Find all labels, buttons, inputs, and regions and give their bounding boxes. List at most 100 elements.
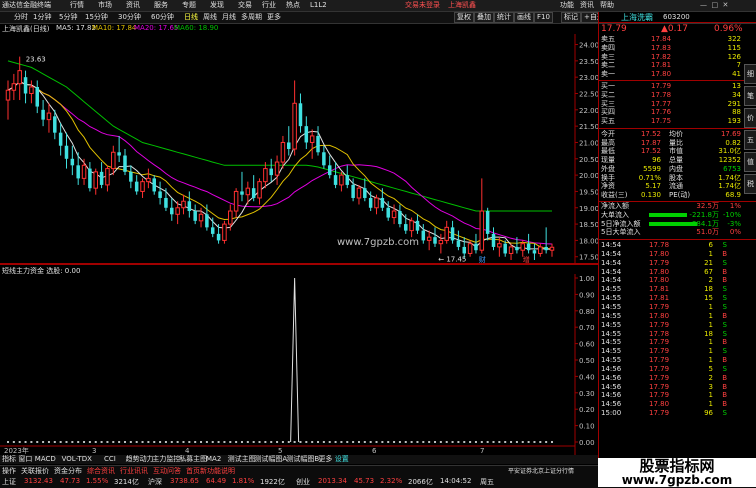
index-change: 47.73 [60,477,81,485]
toolbar-button[interactable]: 画线 [514,12,534,23]
toolbar-button[interactable]: 叠加 [474,12,494,23]
candle-body [386,207,390,218]
tick-side: S [722,285,727,294]
indicator-tab[interactable]: 更多 [318,455,332,464]
toolbar-button[interactable]: 标记 [561,12,581,23]
footer-tab[interactable]: 关联报价 [21,466,49,476]
menu-item[interactable]: 热点 [286,1,300,10]
indicator-chart[interactable]: 1.00 0.90 0.80 0.70 0.60 0.50 0.40 0.30 0.20 0.10… [0,274,598,455]
title-bar: 通达信金融终端 行情 市场 资讯 服务 专题 发现 交易 行业 热点 L1L2 交易未登录 上海凯… [0,0,756,12]
candle-body [81,164,87,179]
side-tab[interactable]: 笔 [744,86,756,106]
period-tab[interactable]: 15分钟 [85,13,108,22]
footer-tab[interactable]: 资金分布 [54,466,82,476]
title-right-item[interactable]: 功能 [560,1,574,10]
period-tab[interactable]: 月线 [222,13,236,22]
period-tab[interactable]: 1分钟 [33,13,51,22]
period-tab[interactable]: 60分钟 [151,13,174,22]
index-name[interactable]: 创业 [296,477,310,487]
menu-item[interactable]: 行业 [262,1,276,10]
title-right-item[interactable]: 资讯 [580,1,594,10]
side-tab[interactable]: 细 [744,64,756,84]
indicator-tab[interactable]: MA2 [206,455,221,464]
footer-tab[interactable]: 首页新功能说明 [186,466,235,476]
footer-tab[interactable]: 综合资讯 [87,466,115,476]
indicator-point [159,441,162,443]
indicator-point [381,441,384,443]
side-tab[interactable]: 价 [744,108,756,128]
tick-time: 14:55 [601,329,622,338]
tick-side: B [722,249,727,258]
index-change: 45.73 [354,477,375,485]
indicator-tab[interactable]: CCI [104,455,116,464]
chart-header: 上海凯鑫(日线) MA5: 17.82 MA10: 17.84 MA20: 17… [2,24,562,34]
title-right-item[interactable]: 帮助 [600,1,614,10]
period-tab[interactable]: 周线 [203,13,217,22]
toolbar-button[interactable]: 统计 [494,12,514,23]
indicator-tab[interactable]: 主力监控 [152,455,180,464]
indicator-tab[interactable]: MACD [35,455,56,464]
footer-tab[interactable]: 行业讯讯 [120,466,148,476]
book-row[interactable]: 买五 17.75 193 [599,117,756,125]
indicator-tab[interactable]: 测试幅图B [286,455,319,464]
tick-row: 14:55 17.78 18 S [599,330,756,338]
indicator-tab[interactable]: 测试主图 [228,455,256,464]
menu-item[interactable]: 资讯 [126,1,140,10]
toolbar-button[interactable]: 复权 [454,12,474,23]
indicator-tab[interactable]: 私募主图 [179,455,207,464]
stat-value: 17.69 [720,130,741,138]
candle-body [520,243,526,251]
toolbar-button[interactable]: F10 [534,12,553,23]
period-tab[interactable]: 30分钟 [118,13,141,22]
period-tab[interactable]: 日线 [184,13,198,22]
candle-body [41,109,45,120]
indicator-tab[interactable]: 指标 [2,455,16,464]
book-row[interactable]: 卖三 17.82 126 [599,53,756,61]
tick-volume: 1 [708,400,713,409]
menu-item[interactable]: 市场 [98,1,112,10]
menu-item[interactable]: 专题 [182,1,196,10]
trade-login-notice[interactable]: 交易未登录 [405,1,440,10]
tick-row: 14:55 17.79 1 B [599,356,756,364]
price-tick-label: 23.00 [579,74,598,82]
candlestick-chart[interactable]: 24.00 23.50 23.00 22.50 22.00 21.50 21.00 20.50… [0,34,598,264]
book-row[interactable]: 买四 17.76 88 [599,108,756,116]
indicator-tab[interactable]: 趋势动力 [126,455,154,464]
book-row[interactable]: 卖二 17.81 7 [599,61,756,69]
indicator-tab[interactable]: 测试幅图A [254,455,287,464]
stock-notice[interactable]: 上海凯鑫 [448,1,476,10]
period-tab[interactable]: 多周期 [241,13,262,22]
indicator-tab[interactable]: 窗口 [18,455,32,464]
flow-pct: 1% [729,202,741,210]
menu-item[interactable]: 发现 [210,1,224,10]
side-tab[interactable]: 五 [744,130,756,150]
candle-body [158,191,162,198]
index-name[interactable]: 沪深 [148,477,162,487]
pane-divider[interactable] [0,263,598,265]
period-tab[interactable]: 更多 [267,13,281,22]
menu-item[interactable]: L1L2 [310,1,327,10]
period-tab[interactable]: 5分钟 [59,13,77,22]
time-axis-label: 5 [278,447,282,455]
menu-item[interactable]: 交易 [238,1,252,10]
side-tab[interactable]: 税 [744,174,756,194]
book-row[interactable]: 卖四 17.83 115 [599,44,756,52]
stat-value: 5.17 [645,182,661,191]
indicator-tab[interactable]: 设置 [335,455,349,464]
menu-item[interactable]: 行情 [70,1,84,10]
stat-label: 内盘 [669,164,683,173]
book-row[interactable]: 买一 17.79 13 [599,82,756,90]
indicator-point [258,441,261,443]
footer-tab[interactable]: 操作 [2,466,16,476]
menu-item[interactable]: 服务 [154,1,168,10]
side-tab[interactable]: 值 [744,152,756,172]
period-tab[interactable]: 分时 [14,13,28,22]
index-name[interactable]: 上证 [2,477,16,487]
indicator-tab[interactable]: VOL-TDX [62,455,92,464]
book-row[interactable]: 买二 17.78 34 [599,91,756,99]
book-row[interactable]: 买三 17.77 291 [599,100,756,108]
book-row[interactable]: 卖五 17.84 322 [599,35,756,43]
window-controls[interactable]: — □ ✕ [700,1,728,10]
footer-tab[interactable]: 互动问答 [153,466,181,476]
book-row[interactable]: 卖一 17.80 41 [599,70,756,78]
